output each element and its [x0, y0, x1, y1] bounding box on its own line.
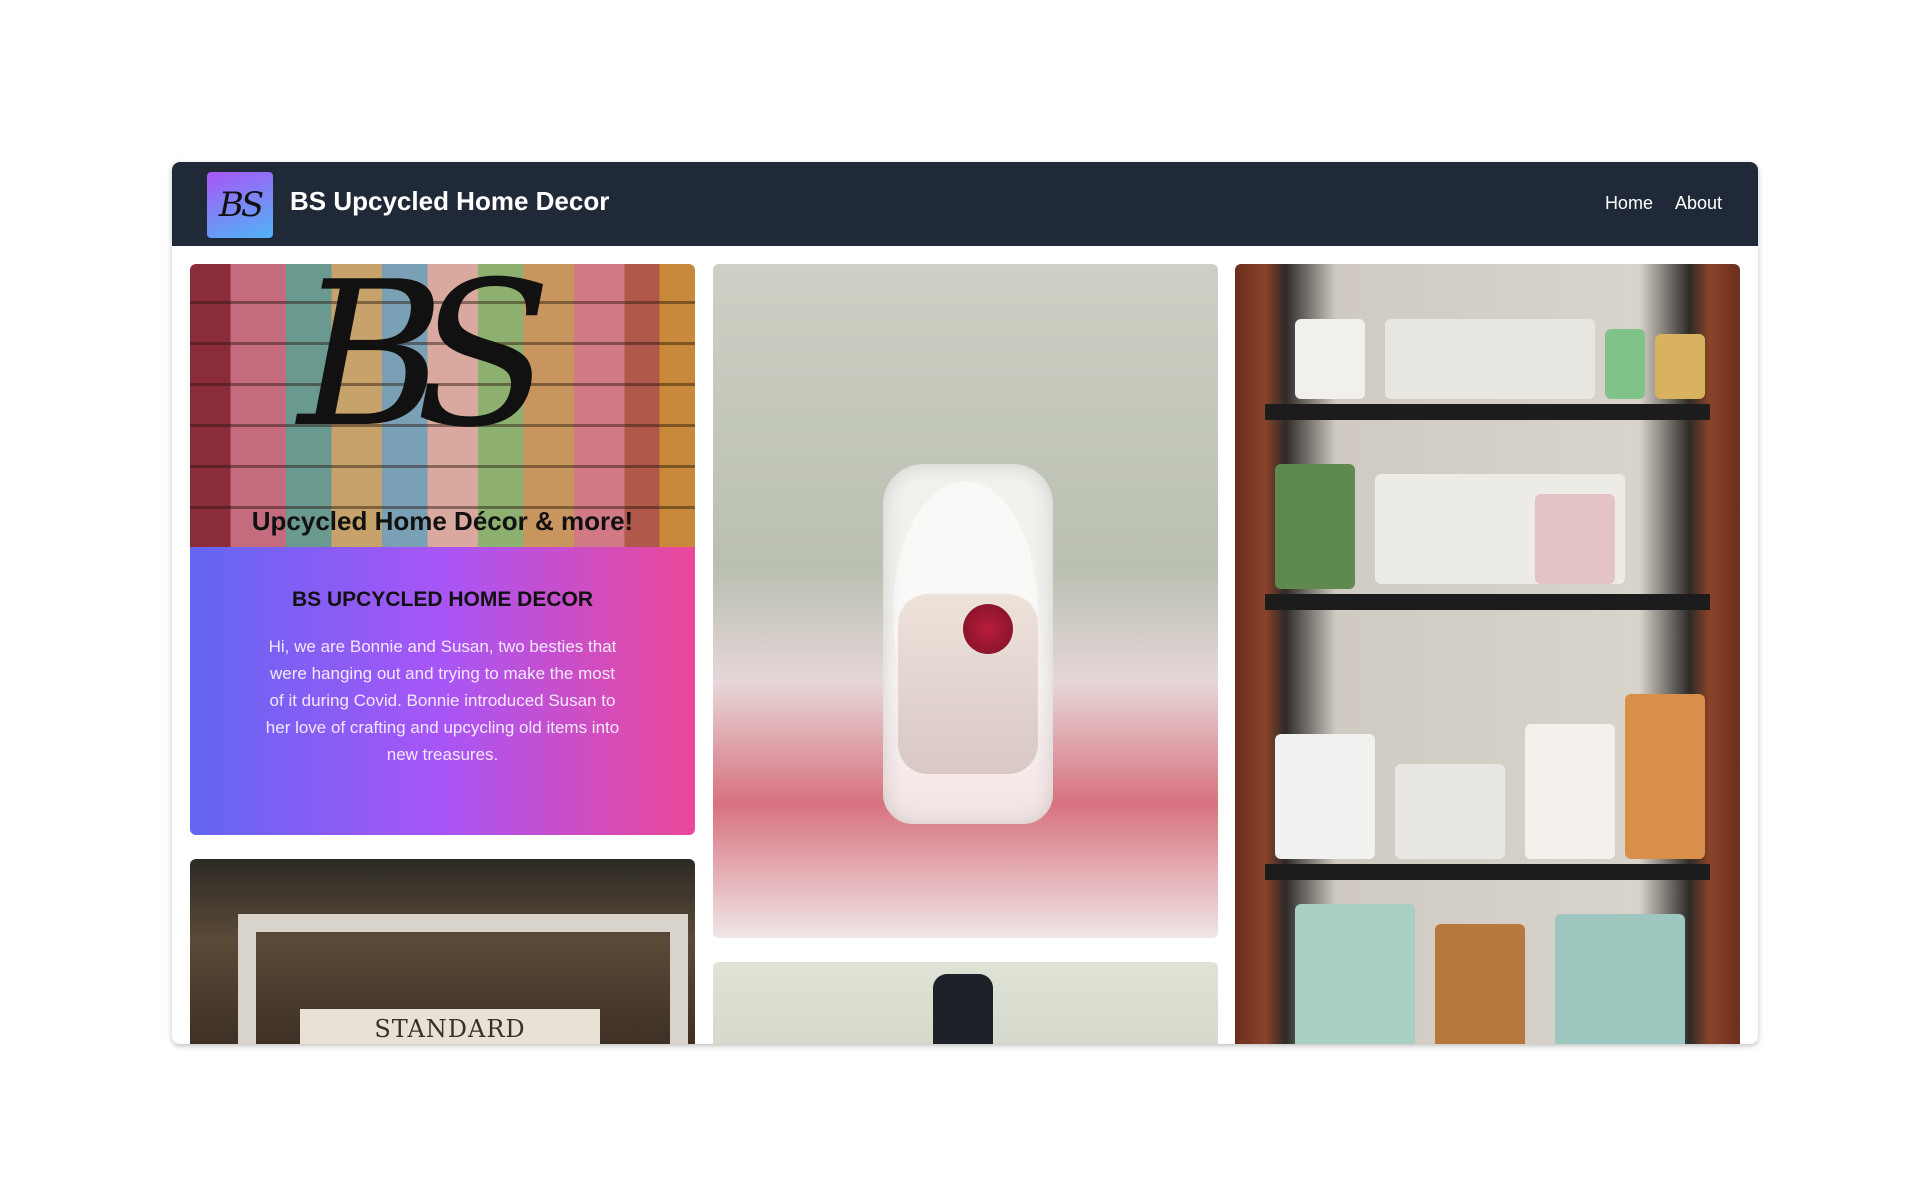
shelf-item: [1385, 319, 1595, 399]
intro-text: Hi, we are Bonnie and Susan, two besties…: [265, 637, 620, 764]
nav-link-home[interactable]: Home: [1605, 193, 1653, 214]
shelf-item: [1625, 694, 1705, 859]
brand-title[interactable]: BS Upcycled Home Decor: [290, 186, 609, 217]
shelf-item: [1435, 924, 1525, 1044]
shelf-item: [1295, 319, 1365, 399]
shelf-board: [1265, 864, 1710, 880]
banner-monogram: BS: [298, 264, 552, 472]
shelf-board: [1265, 404, 1710, 420]
banner-tagline: Upcycled Home Décor & more!: [251, 506, 634, 536]
photo-decorated-bottle[interactable]: [713, 264, 1218, 938]
intro-title: BS UPCYCLED HOME DECOR: [291, 588, 594, 611]
rose-decoration: [963, 604, 1013, 654]
shelf-item: [1395, 764, 1505, 859]
bottle-cap: [933, 974, 993, 1044]
intro-card: BS UPCYCLED HOME DECOR Hi, we are Bonnie…: [190, 547, 695, 835]
gallery: BS Upcycled Home Décor & more! BS UPCYCL…: [172, 246, 1758, 1044]
shelf-item: [1295, 904, 1415, 1044]
photo-frame-sign[interactable]: STANDARD PRODUCTS: [190, 859, 695, 1044]
shelf-item: [1655, 334, 1705, 399]
shelf-item: [1525, 724, 1615, 859]
shelf-item: [1535, 494, 1615, 584]
brand-logo-text: BS: [218, 185, 264, 225]
shelf-item: [1555, 914, 1685, 1044]
shelf-item: [1275, 734, 1375, 859]
shelf-board: [1265, 594, 1710, 610]
shelf-item: [1605, 329, 1645, 399]
nav-link-about[interactable]: About: [1675, 193, 1722, 214]
sign-text: STANDARD PRODUCTS: [300, 1009, 600, 1044]
shelf-item: [1275, 464, 1355, 589]
photo-dark-bottle[interactable]: [713, 962, 1218, 1044]
photo-display-shelf[interactable]: [1235, 264, 1740, 1044]
brand-banner-image[interactable]: BS Upcycled Home Décor & more!: [190, 264, 695, 547]
app-window: BS BS Upcycled Home Decor Home About BS …: [172, 162, 1758, 1044]
navbar: BS BS Upcycled Home Decor Home About: [172, 162, 1758, 246]
nav-links: Home About: [1605, 193, 1722, 214]
brand-logo[interactable]: BS: [207, 172, 273, 238]
